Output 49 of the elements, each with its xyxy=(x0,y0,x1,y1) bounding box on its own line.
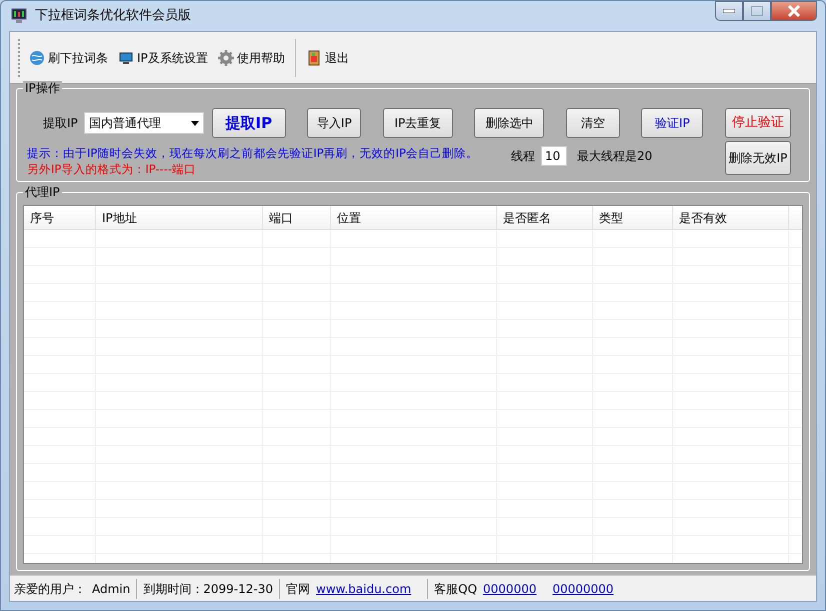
status-text: 客服QQ xyxy=(434,580,478,598)
tip-text: 提示：由于IP随时会失效，现在每次刷之前都会先验证IP再刷，无效的IP会自己删除。 xyxy=(27,145,479,161)
stop-verify-button[interactable]: 停止验证 xyxy=(724,108,791,138)
column-header[interactable]: 位置 xyxy=(331,206,497,229)
minimize-button[interactable] xyxy=(715,1,743,21)
column-header[interactable]: 序号 xyxy=(24,206,96,229)
group-title: IP操作 xyxy=(23,81,62,95)
column-header[interactable]: 是否匿名 xyxy=(497,206,593,229)
exit-icon xyxy=(306,50,322,66)
monitor-icon xyxy=(118,50,134,66)
minimize-icon xyxy=(723,9,735,13)
thread-label: 线程 xyxy=(511,148,535,165)
status-text: 官网 xyxy=(286,580,310,598)
format-note: 另外IP导入的格式为：IP----端口 xyxy=(27,161,197,177)
toolbar-action-button[interactable]: 清空 xyxy=(566,108,620,138)
caret-icon xyxy=(190,120,199,126)
thread-field[interactable]: 10 xyxy=(541,146,567,166)
column-header[interactable]: 是否有效 xyxy=(673,206,789,229)
close-icon xyxy=(787,5,801,17)
proxy-type-dropdown[interactable]: 国内普通代理 xyxy=(84,112,204,134)
status-link[interactable]: 00000000 xyxy=(552,580,624,598)
toolbar-button[interactable]: IP及系统设置 xyxy=(116,46,210,68)
toolbar-button[interactable]: 刷下拉词条 xyxy=(27,46,110,68)
app-icon xyxy=(11,8,27,24)
globe-icon xyxy=(29,50,45,66)
status-text: Admin xyxy=(92,580,130,598)
status-link[interactable]: www.baidu.com xyxy=(316,580,422,598)
status-text: 亲爱的用户： xyxy=(14,580,86,598)
close-button[interactable] xyxy=(771,1,817,21)
column-header[interactable]: 端口 xyxy=(263,206,331,229)
toolbar-action-button[interactable]: 删除选中 xyxy=(474,108,544,138)
extract-label: 提取IP xyxy=(43,115,78,132)
toolbar-action-button[interactable]: IP去重复 xyxy=(382,108,453,138)
maximize-icon xyxy=(751,6,763,16)
status-text: 到期时间：2099-12-30 xyxy=(143,580,273,598)
window-title: 下拉框词条优化软件会员版 xyxy=(35,7,191,26)
verify-ip-button[interactable]: 验证IP xyxy=(641,108,704,138)
gear-icon xyxy=(218,50,234,66)
toolbar-button[interactable]: 退出 xyxy=(304,46,351,68)
toolbar-action-button[interactable]: 导入IP xyxy=(307,108,362,138)
extract-ip-button[interactable]: 提取IP xyxy=(212,108,286,138)
group-title: 代理IP xyxy=(23,185,62,199)
maximize-button[interactable] xyxy=(743,1,771,21)
toolbar-button[interactable]: 使用帮助 xyxy=(216,46,287,68)
delete-invalid-button[interactable]: 删除无效IP xyxy=(725,141,791,175)
column-header[interactable]: 类型 xyxy=(593,206,673,229)
status-link[interactable]: 0000000 xyxy=(483,580,546,598)
max-thread-text: 最大线程是20 xyxy=(577,148,652,165)
column-header[interactable]: IP地址 xyxy=(96,206,263,229)
